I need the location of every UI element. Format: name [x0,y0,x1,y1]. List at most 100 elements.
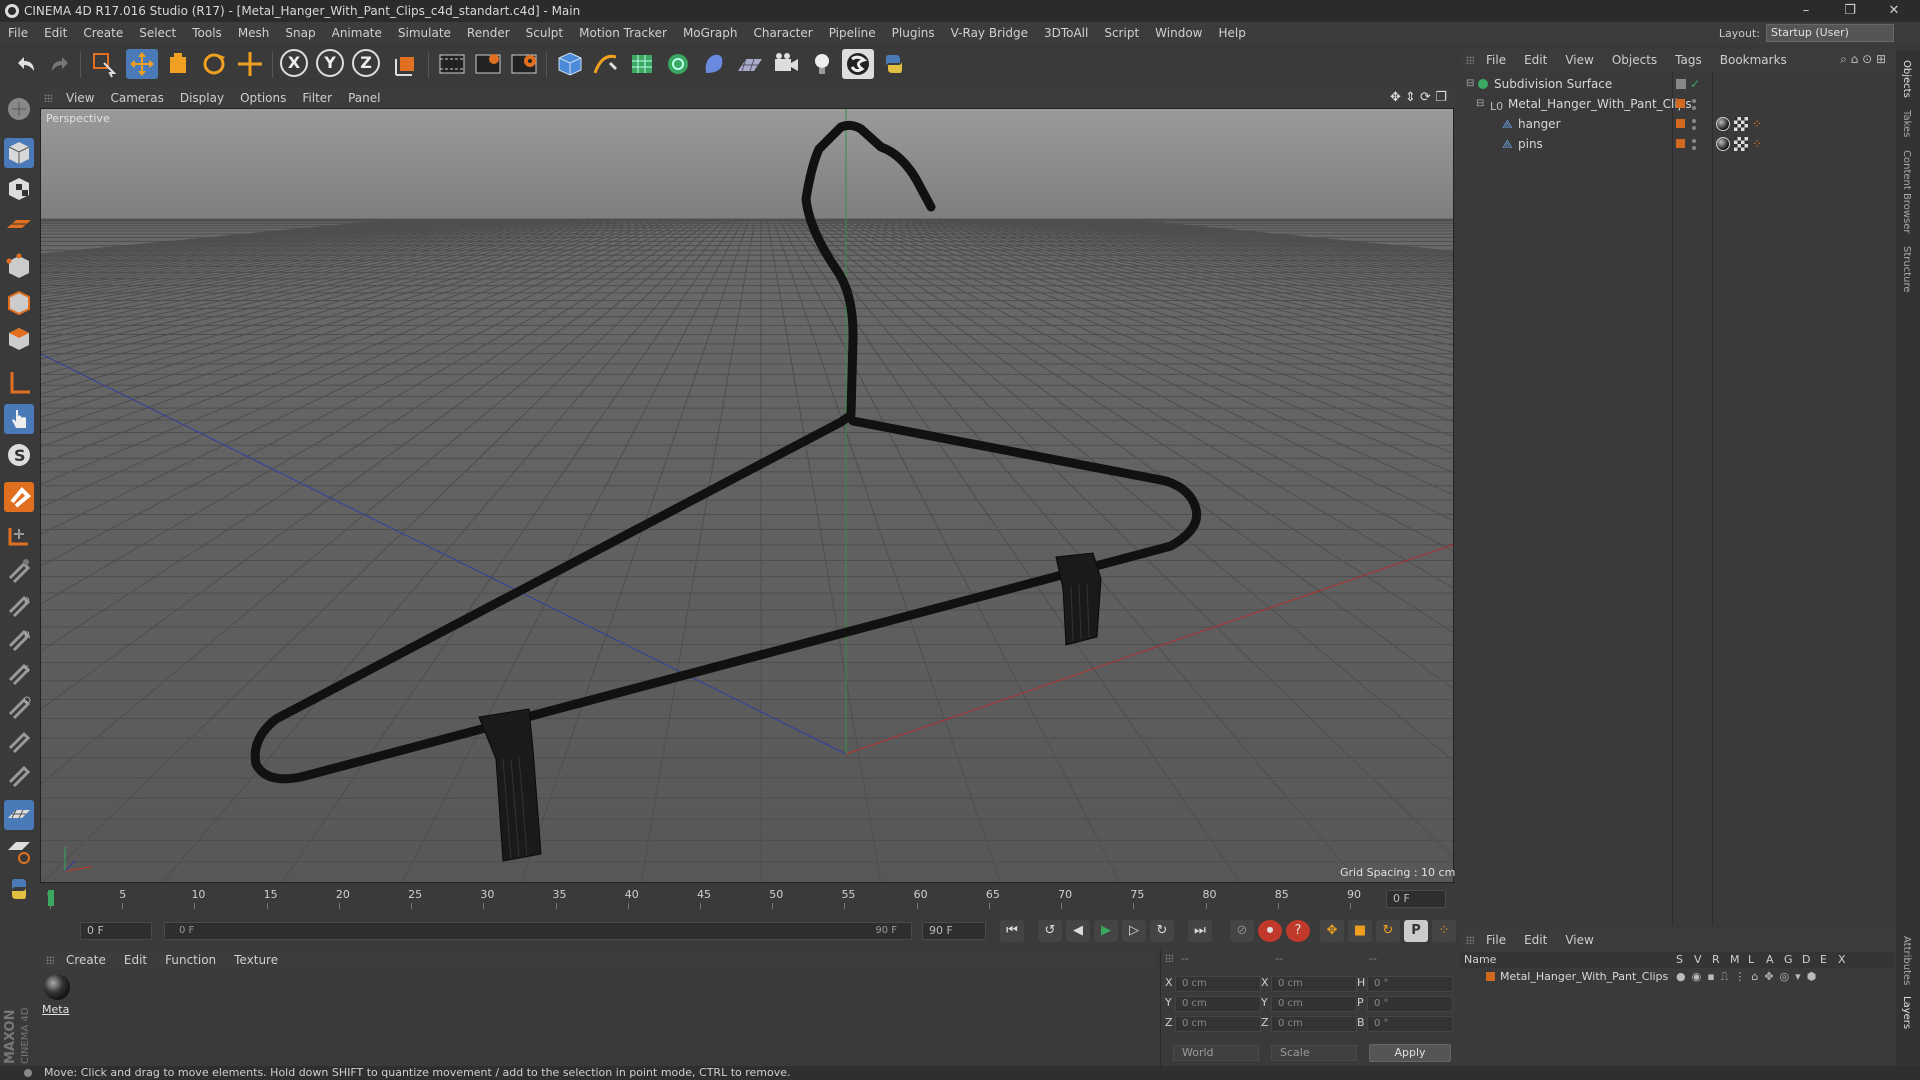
current-frame-field[interactable]: 0 F [1386,890,1446,908]
layer-toggle-icons[interactable]: ●◉▪⎍⋮⌂✥◎▾⬢ [1676,970,1822,984]
size-mode-select[interactable]: Scale [1271,1045,1357,1061]
3d-viewport[interactable] [40,108,1454,883]
viewport-menu-options[interactable]: Options [240,91,286,105]
lock-z-axis-button[interactable]: Z [352,49,380,77]
autokeying-icon[interactable]: ⏺ [1258,920,1282,942]
go-to-end-icon[interactable]: ⏭ [1188,920,1212,942]
layer-col-xref[interactable]: X [1838,953,1846,966]
play-icon[interactable]: ▶ [1094,920,1118,942]
layer-col-locked[interactable]: L [1748,953,1754,966]
timeline-ruler[interactable]: 051015202530354045505560657075808590 0 F [40,888,1454,910]
menu-create[interactable]: Create [83,26,123,40]
polygons-mode-icon[interactable] [4,324,34,354]
visibility-dot[interactable] [1692,99,1696,103]
layer-col-view[interactable]: V [1694,953,1702,966]
python-script-icon[interactable] [4,874,34,904]
viewport-navigation-icons[interactable]: ✥ ⇕ ⟳ ❐ [1390,90,1447,105]
axis-mode-icon[interactable] [4,368,34,398]
layer-row[interactable]: Metal_Hanger_With_Pant_Clips ●◉▪⎍⋮⌂✥◎▾⬢ [1460,968,1894,986]
edges-mode-icon[interactable] [4,288,34,318]
pos-z-field[interactable]: 0 cm [1175,1016,1261,1032]
layer-menu-file[interactable]: File [1486,933,1506,947]
material-menu-edit[interactable]: Edit [124,953,147,967]
layer-col-generators[interactable]: G [1784,953,1793,966]
object-manager-list[interactable] [1460,72,1894,926]
pos-x-field[interactable]: 0 cm [1175,976,1261,992]
rot-h-field[interactable]: 0 ° [1367,976,1453,992]
object-name[interactable]: pins [1518,134,1543,154]
menu-snap[interactable]: Snap [285,26,315,40]
layer-name[interactable]: Metal_Hanger_With_Pant_Clips [1500,970,1668,983]
material-menu-texture[interactable]: Texture [234,953,278,967]
camera-icon[interactable] [770,49,802,79]
key-pla-icon[interactable]: ⁘ [1432,920,1456,942]
object-row-subdivision-surface[interactable]: ⊟ Subdivision Surface ✓ [1462,74,1892,94]
enabled-check-icon[interactable]: ✓ [1690,74,1700,94]
layer-col-manager[interactable]: M [1730,953,1740,966]
render-picture-viewer-icon[interactable] [472,49,504,79]
material-swatch[interactable] [44,974,70,1000]
snap-icon[interactable]: S [4,440,34,470]
close-button[interactable]: ✕ [1872,0,1916,22]
viewport-solo-icon[interactable] [4,800,34,830]
coordinate-mode-select[interactable]: World [1173,1045,1259,1061]
material-tag-icon[interactable] [1716,117,1730,131]
frame-range-slider[interactable]: 0 F 90 F [164,922,912,940]
object-name[interactable]: Metal_Hanger_With_Pant_Clips [1508,94,1692,114]
phong-tag-icon[interactable]: ⁘ [1752,134,1762,154]
pos-y-field[interactable]: 0 cm [1175,996,1261,1012]
menu-pipeline[interactable]: Pipeline [829,26,876,40]
layout-select[interactable]: Startup (User) [1766,24,1894,42]
coordinate-system-icon[interactable] [390,49,422,79]
uvw-tag-icon[interactable] [1734,117,1748,131]
viewport-solo-hierarchy-icon[interactable] [4,836,34,866]
brush-pull-icon[interactable]: P [4,588,34,618]
layer-color-swatch[interactable] [1676,119,1685,128]
object-row-metal-hanger[interactable]: ⊟ L0 Metal_Hanger_With_Pant_Clips [1462,94,1892,114]
menu-vray-bridge[interactable]: V-Ray Bridge [951,26,1028,40]
render-settings-icon[interactable] [508,49,540,79]
menu-3dtoall[interactable]: 3DToAll [1044,26,1088,40]
next-frame-icon[interactable]: ▷ [1122,920,1146,942]
menu-simulate[interactable]: Simulate [398,26,451,40]
menu-character[interactable]: Character [753,26,812,40]
layer-col-solo[interactable]: S [1676,953,1683,966]
layer-menu-view[interactable]: View [1565,933,1593,947]
key-scale-icon[interactable]: ■ [1348,920,1372,942]
layer-color-swatch[interactable] [1676,99,1685,108]
vray-icon[interactable] [842,49,874,79]
playhead-marker[interactable] [48,890,54,906]
render-dot[interactable] [1692,106,1696,110]
tab-content-browser[interactable]: Content Browser [1901,150,1912,233]
lock-y-axis-button[interactable]: Y [316,49,344,77]
visibility-dot[interactable] [1692,119,1696,123]
select-icon[interactable] [88,49,120,79]
menu-plugins[interactable]: Plugins [892,26,935,40]
size-y-field[interactable]: 0 cm [1271,996,1357,1012]
viewport-menu-filter[interactable]: Filter [302,91,332,105]
workplane-icon[interactable] [4,210,34,240]
layer-col-render[interactable]: R [1712,953,1720,966]
scale-tool-icon[interactable] [162,49,194,79]
tab-objects[interactable]: Objects [1901,60,1912,98]
layer-menu-edit[interactable]: Edit [1524,933,1547,947]
menu-script[interactable]: Script [1104,26,1139,40]
viewport-menu-display[interactable]: Display [180,91,224,105]
end-frame-field[interactable]: 90 F [922,922,986,940]
tab-takes[interactable]: Takes [1901,110,1912,137]
start-frame-field[interactable]: 0 F [80,922,152,940]
rot-p-field[interactable]: 0 ° [1367,996,1453,1012]
tab-layers[interactable]: Layers [1901,996,1912,1029]
collapse-icon[interactable]: ⊟ [1476,94,1484,114]
collapse-icon[interactable]: ⊟ [1466,74,1474,94]
render-dot[interactable] [1692,146,1696,150]
layer-swatch[interactable] [1676,79,1686,89]
python-icon[interactable] [878,49,910,79]
object-menu-objects[interactable]: Objects [1612,53,1657,67]
menu-tools[interactable]: Tools [192,26,222,40]
menu-mograph[interactable]: MoGraph [683,26,738,40]
uvw-tag-icon[interactable] [1734,137,1748,151]
key-parameter-icon[interactable]: P [1404,920,1428,942]
key-rotation-icon[interactable]: ↻ [1376,920,1400,942]
undo-icon[interactable] [10,49,42,79]
